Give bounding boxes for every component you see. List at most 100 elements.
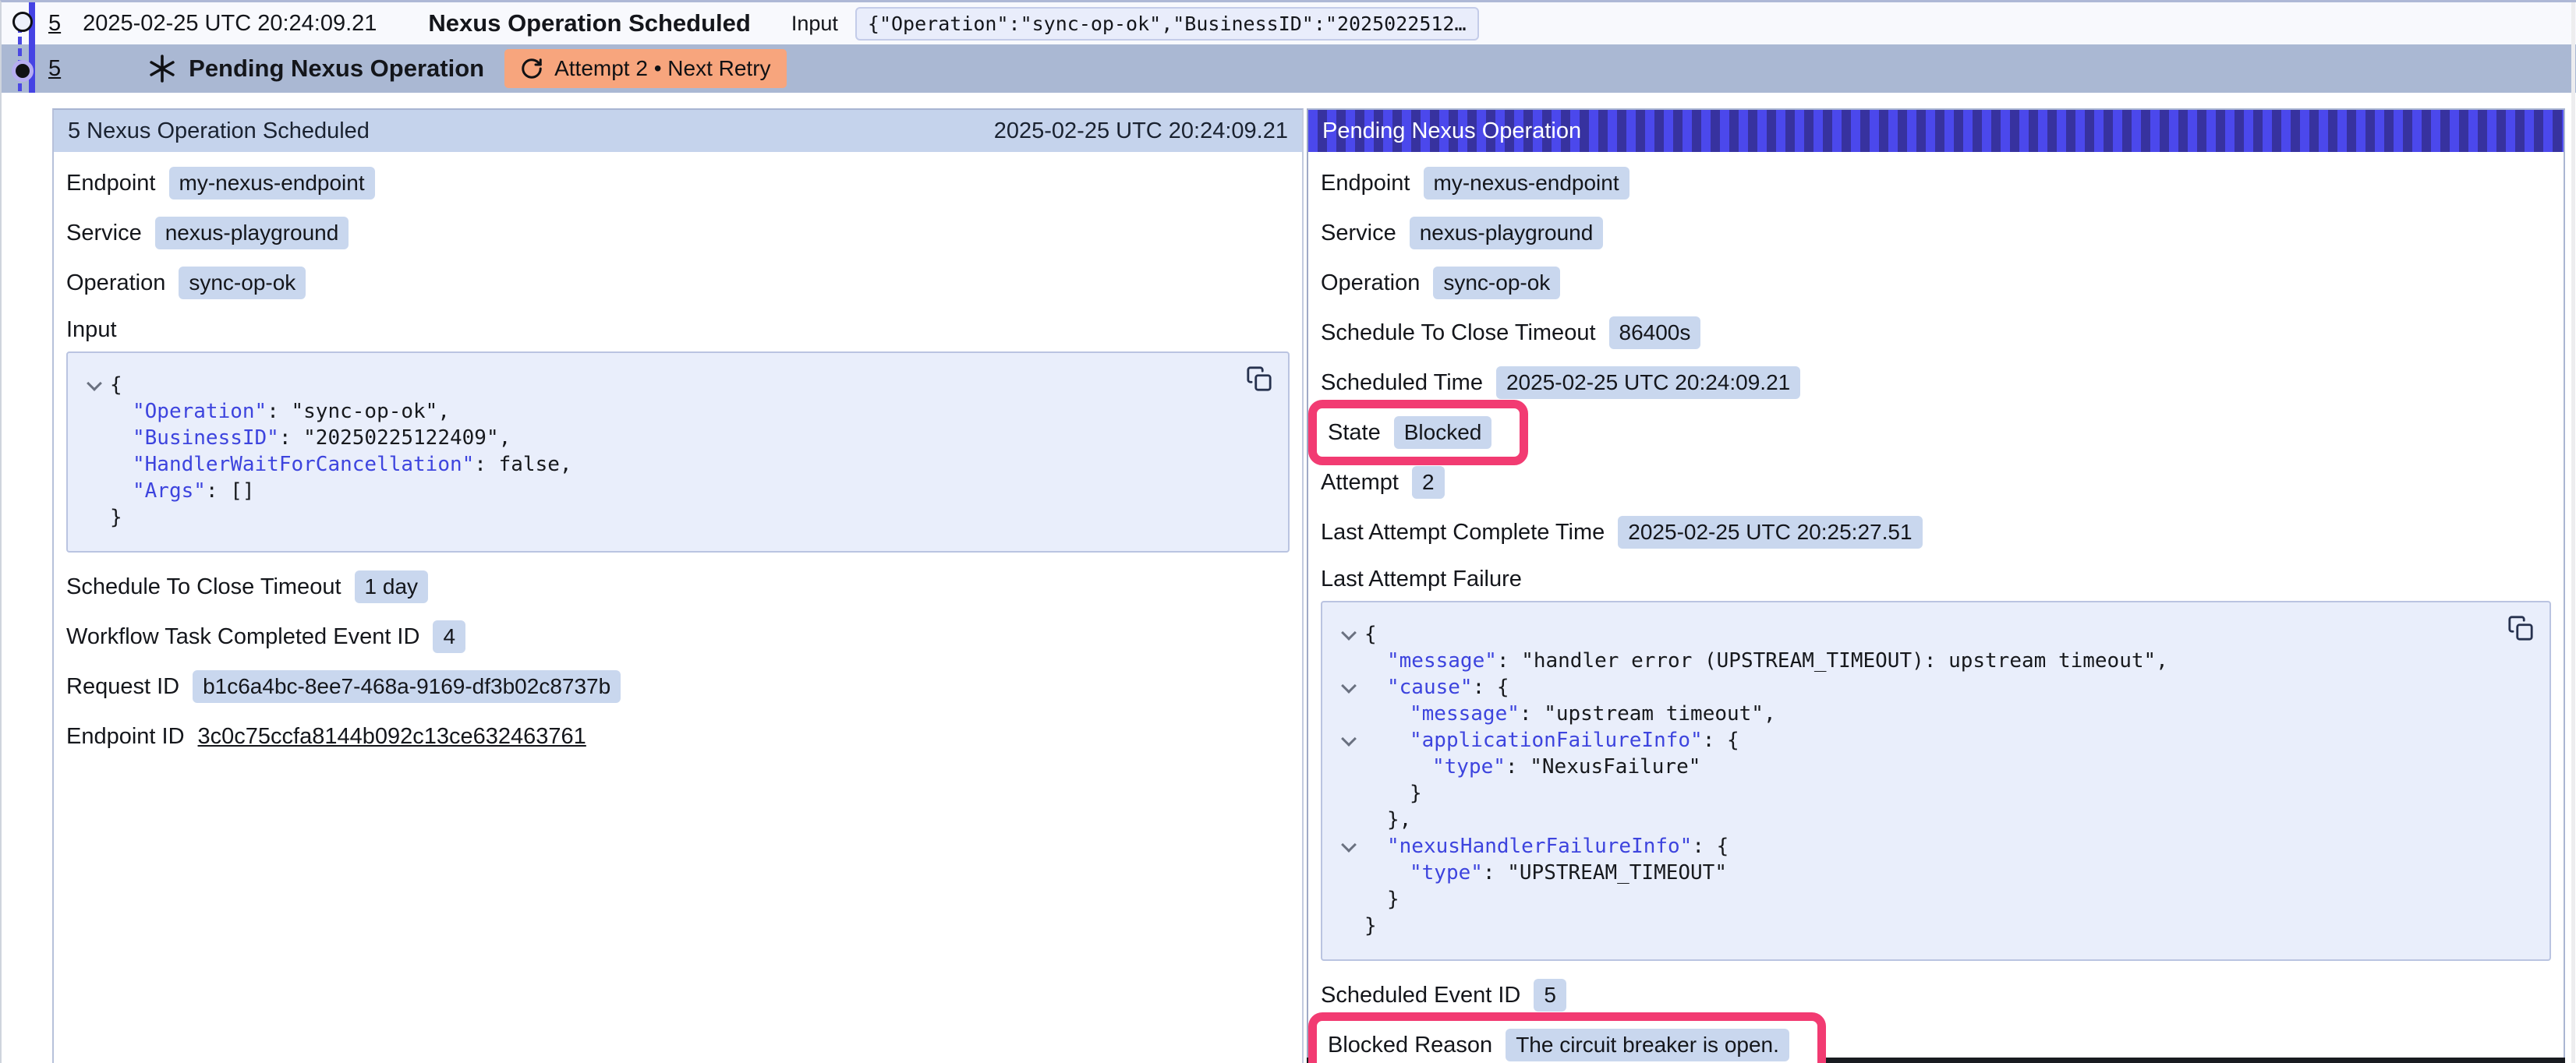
event-title: Nexus Operation Scheduled: [428, 9, 750, 37]
field-value: The circuit breaker is open.: [1506, 1029, 1789, 1061]
field-row: Last Attempt Complete Time 2025-02-25 UT…: [1321, 507, 2551, 557]
field-row: Schedule To Close Timeout 86400s: [1321, 308, 2551, 358]
field-value: 1 day: [355, 570, 429, 603]
field-row: Service nexus-playground: [1321, 208, 2551, 258]
pending-panel-title: Pending Nexus Operation: [1322, 118, 1581, 144]
json-line: }: [1335, 913, 2495, 939]
field-wrap: Service nexus-playground: [1321, 217, 1603, 249]
field-label: State: [1328, 420, 1381, 446]
pending-event-title: Pending Nexus Operation: [189, 55, 484, 83]
event-row-scheduled[interactable]: 5 2025-02-25 UTC 20:24:09.21 Nexus Opera…: [2, 2, 2576, 44]
field-wrap: Scheduled Time 2025-02-25 UTC 20:24:09.2…: [1321, 366, 1800, 399]
timeline-open-marker-icon: [12, 12, 33, 32]
field-value: sync-op-ok: [1433, 267, 1560, 299]
input-json-viewer: {"Operation": "sync-op-ok","BusinessID":…: [66, 351, 1290, 553]
field-label: Schedule To Close Timeout: [1321, 320, 1596, 346]
field-wrap: Endpoint my-nexus-endpoint: [1321, 167, 1629, 200]
field-label: Operation: [66, 270, 165, 296]
field-wrap: Attempt 2: [1321, 466, 1445, 499]
event-input-label: Input: [791, 12, 838, 36]
field-wrap: State Blocked: [1308, 400, 1528, 465]
event-id-link[interactable]: 5: [48, 11, 61, 37]
failure-json-viewer: {"message": "handler error (UPSTREAM_TIM…: [1321, 601, 2551, 961]
json-line: {: [80, 372, 1233, 398]
event-timestamp: 2025-02-25 UTC 20:24:09.21: [83, 11, 377, 37]
scheduled-panel-content: Endpoint my-nexus-endpoint Service nexus…: [54, 152, 1302, 761]
field-row: Workflow Task Completed Event ID 4: [66, 612, 1290, 662]
field-value: nexus-playground: [155, 217, 349, 249]
field-list: Schedule To Close Timeout 1 day Workflow…: [66, 562, 1290, 761]
json-line: "BusinessID": "20250225122409",: [80, 425, 1233, 451]
field-label: Attempt: [1321, 470, 1399, 496]
field-wrap: Operation sync-op-ok: [66, 267, 306, 299]
retry-attempt-badge: Attempt 2 • Next Retry: [504, 49, 786, 88]
event-input-preview: {"Operation":"sync-op-ok","BusinessID":"…: [855, 7, 1479, 41]
field-row: Endpoint my-nexus-endpoint: [66, 158, 1290, 208]
copy-icon: [1246, 366, 1272, 392]
json-code: {"Operation": "sync-op-ok","BusinessID":…: [80, 372, 1233, 531]
field-label: Service: [66, 221, 142, 246]
field-label: Endpoint ID: [66, 724, 185, 750]
copy-button[interactable]: [1246, 366, 1272, 392]
field-label: Workflow Task Completed Event ID: [66, 624, 419, 650]
json-line: "Args": []: [80, 478, 1233, 504]
json-line: "nexusHandlerFailureInfo": {: [1335, 833, 2495, 860]
field-wrap: Schedule To Close Timeout 1 day: [66, 570, 428, 603]
input-section-label: Input: [66, 309, 1290, 350]
field-wrap: Operation sync-op-ok: [1321, 267, 1560, 299]
field-wrap: Blocked Reason The circuit breaker is op…: [1308, 1012, 1826, 1063]
scheduled-panel-timestamp: 2025-02-25 UTC 20:24:09.21: [994, 118, 1288, 144]
collapse-chevron-icon[interactable]: [87, 376, 102, 391]
field-value: 2: [1412, 466, 1445, 499]
field-list: Endpoint my-nexus-endpoint Service nexus…: [66, 158, 1290, 308]
field-value: 4: [433, 620, 465, 653]
field-value: 2025-02-25 UTC 20:24:09.21: [1496, 366, 1800, 399]
collapse-chevron-icon[interactable]: [1341, 625, 1357, 641]
failure-section-label: Last Attempt Failure: [1321, 559, 2551, 599]
scrollbar-track[interactable]: [2571, 2, 2575, 1063]
field-label: Service: [1321, 221, 1396, 246]
field-wrap: Service nexus-playground: [66, 217, 349, 249]
field-row: Request ID b1c6a4bc-8ee7-468a-9169-df3b0…: [66, 662, 1290, 712]
field-value: nexus-playground: [1410, 217, 1604, 249]
pending-operation-panel: Pending Nexus Operation Endpoint my-nexu…: [1307, 108, 2565, 1063]
field-value: my-nexus-endpoint: [169, 167, 375, 200]
collapse-chevron-icon[interactable]: [1341, 678, 1357, 694]
pending-panel-content: Endpoint my-nexus-endpoint Service nexus…: [1308, 152, 2564, 1063]
scheduled-event-panel: 5 Nexus Operation Scheduled 2025-02-25 U…: [52, 108, 1304, 1063]
field-row: Service nexus-playground: [66, 208, 1290, 258]
field-label: Endpoint: [1321, 171, 1410, 196]
field-row: Endpoint my-nexus-endpoint: [1321, 158, 2551, 208]
scheduled-panel-title: 5 Nexus Operation Scheduled: [68, 118, 370, 144]
collapse-chevron-icon[interactable]: [1341, 837, 1357, 853]
field-label: Last Attempt Complete Time: [1321, 520, 1605, 546]
field-value: Blocked: [1394, 416, 1492, 449]
event-row-pending-selected[interactable]: 5 Pending Nexus Operation Attempt 2 • Ne…: [2, 44, 2576, 93]
workflow-event-history-view: 5 2025-02-25 UTC 20:24:09.21 Nexus Opera…: [0, 0, 2576, 1063]
json-line: "type": "NexusFailure": [1335, 754, 2495, 780]
scheduled-panel-header: 5 Nexus Operation Scheduled 2025-02-25 U…: [54, 110, 1302, 152]
event-id-link[interactable]: 5: [48, 56, 61, 82]
json-line: }: [1335, 780, 2495, 807]
field-list: Scheduled Event ID 5 Blocked Reason The …: [1321, 970, 2551, 1063]
json-code: {"message": "handler error (UPSTREAM_TIM…: [1335, 621, 2495, 939]
field-value: my-nexus-endpoint: [1424, 167, 1629, 200]
retry-icon: [520, 57, 543, 80]
field-value: 86400s: [1609, 316, 1701, 349]
json-line: },: [1335, 807, 2495, 833]
field-wrap: Endpoint my-nexus-endpoint: [66, 167, 375, 200]
json-line: {: [1335, 621, 2495, 648]
field-row: Blocked Reason The circuit breaker is op…: [1321, 1020, 2551, 1063]
field-label: Blocked Reason: [1328, 1033, 1492, 1058]
retry-badge-label: Attempt 2 • Next Retry: [554, 56, 770, 81]
field-row: Schedule To Close Timeout 1 day: [66, 562, 1290, 612]
field-value[interactable]: 3c0c75ccfa8144b092c13ce632463761: [198, 724, 586, 750]
field-value: 5: [1534, 979, 1566, 1012]
field-row: Endpoint ID 3c0c75ccfa8144b092c13ce63246…: [66, 712, 1290, 761]
copy-button[interactable]: [2507, 615, 2534, 641]
copy-icon: [2507, 615, 2534, 641]
event-detail-panels: 5 Nexus Operation Scheduled 2025-02-25 U…: [2, 108, 2576, 1063]
collapse-chevron-icon[interactable]: [1341, 731, 1357, 747]
field-wrap: Workflow Task Completed Event ID 4: [66, 620, 465, 653]
field-label: Operation: [1321, 270, 1420, 296]
